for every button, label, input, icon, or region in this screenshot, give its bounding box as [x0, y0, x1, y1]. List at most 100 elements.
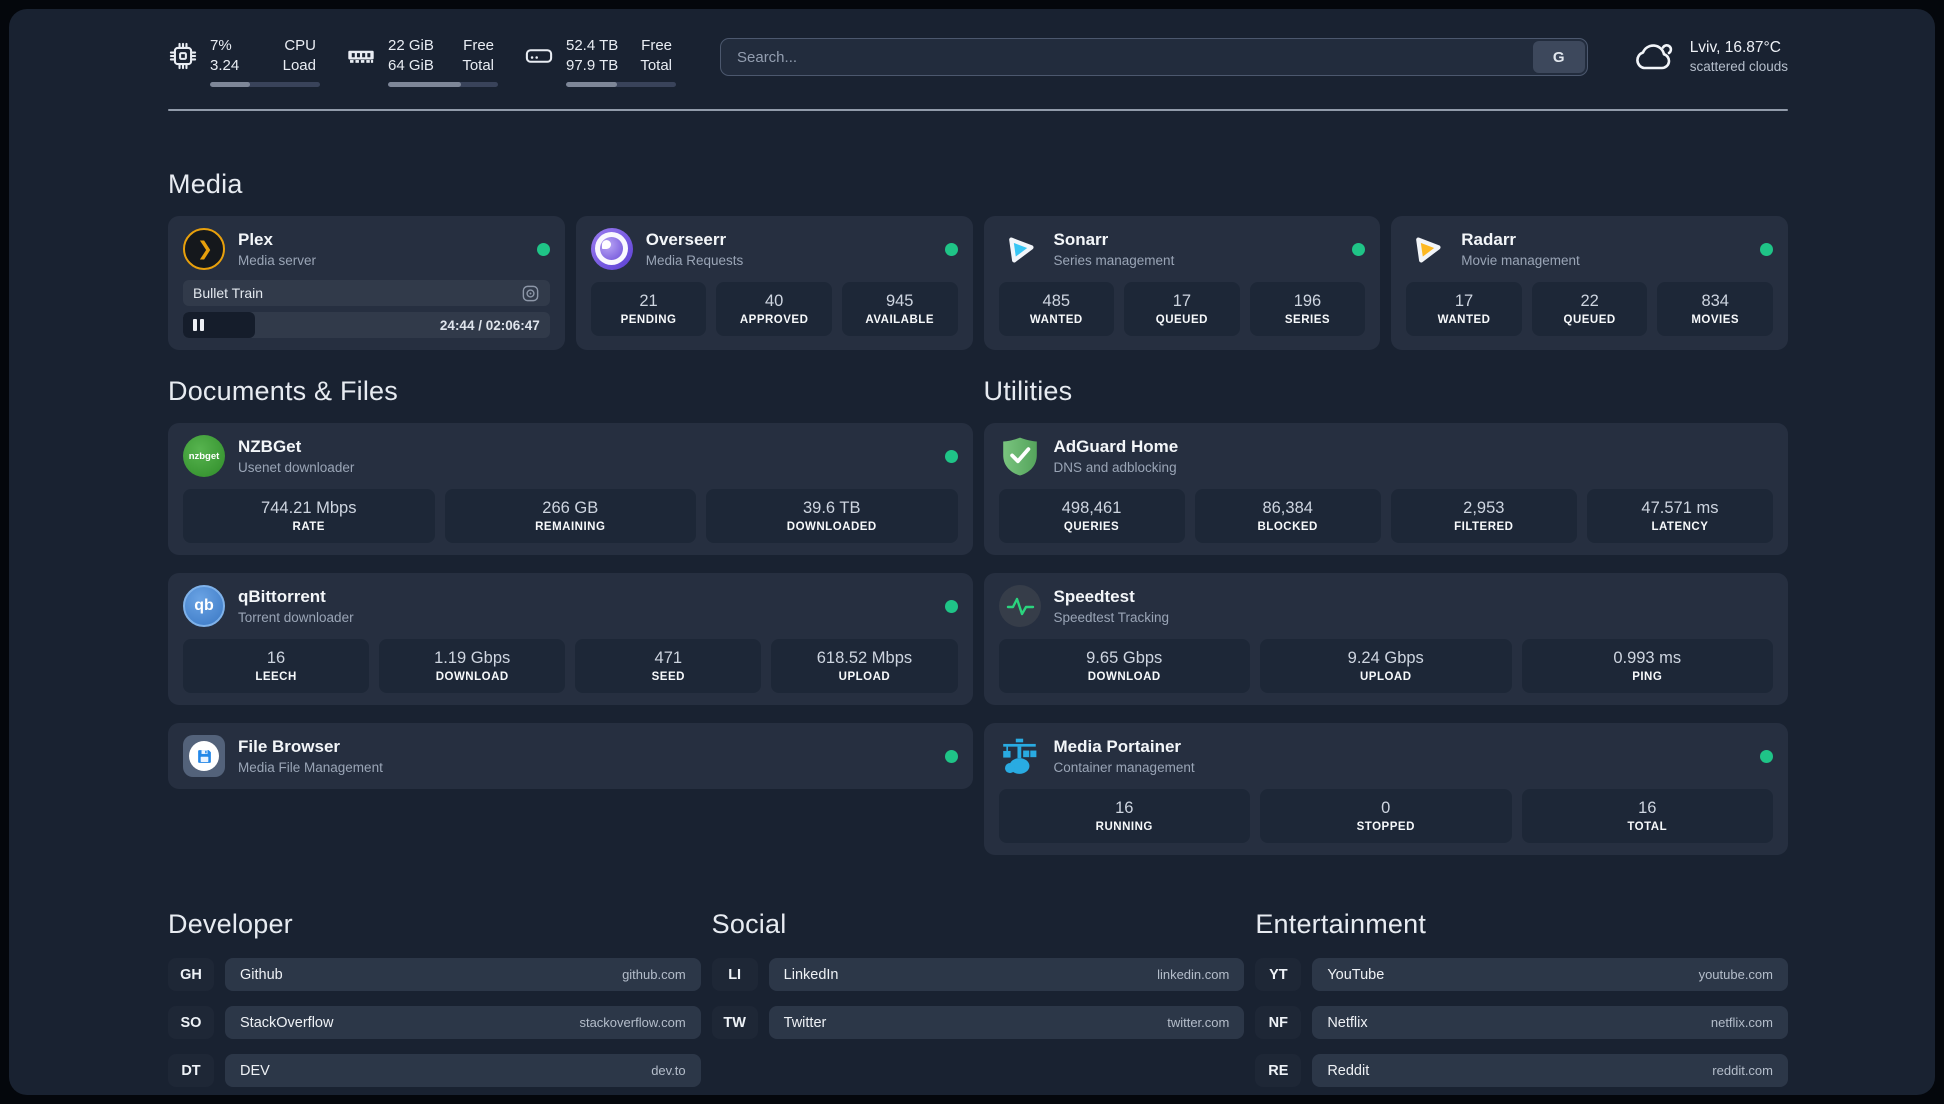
bookmark-name: DEV [240, 1062, 270, 1079]
radarr-icon [1406, 228, 1448, 270]
bookmark-name: StackOverflow [240, 1014, 334, 1031]
service-card-filebrowser[interactable]: File Browser Media File Management [168, 723, 973, 789]
bookmark-domain: youtube.com [1698, 967, 1773, 982]
stat-blocked: 86,384 BLOCKED [1194, 489, 1381, 543]
service-card-nzbget[interactable]: nzbget NZBGet Usenet downloader 744.21 M… [168, 423, 973, 555]
cpu-progress-fill [210, 82, 250, 87]
disk-labels: Free Total [640, 37, 672, 74]
status-dot [944, 449, 958, 463]
bookmark-linkedin[interactable]: LI LinkedIn linkedin.com [711, 958, 1245, 991]
stat-pending: 21 PENDING [590, 282, 707, 336]
top-bar: 7% 3.24 CPU Load 22 GiB 64 GiB Free Total [168, 9, 1788, 87]
section-title-entertainment: Entertainment [1255, 909, 1427, 939]
service-description: Torrent downloader [238, 610, 354, 626]
disk-progress-bar [566, 82, 676, 87]
service-card-qbittorrent[interactable]: qb qBittorrent Torrent downloader 16 LEEC… [168, 573, 973, 705]
section-title-documents: Documents & Files [168, 376, 398, 406]
bookmark-abbr: SO [168, 1006, 214, 1039]
stat-seed: 471 SEED [575, 639, 762, 693]
bookmark-abbr: TW [711, 1006, 758, 1039]
bookmark-youtube[interactable]: YT YouTube youtube.com [1255, 958, 1788, 991]
service-card-adguard[interactable]: AdGuard Home DNS and adblocking 498,461 Q… [983, 423, 1788, 555]
now-playing-row: Bullet Train [183, 280, 550, 306]
stat-wanted: 485 WANTED [998, 282, 1115, 336]
system-stats: 7% 3.24 CPU Load 22 GiB 64 GiB Free Total [168, 36, 676, 87]
status-dot [536, 242, 550, 256]
bookmarks: Developer GH Github github.com SO StackOv… [168, 909, 1788, 1087]
bookmark-abbr: LI [711, 958, 758, 991]
service-name: NZBGet [238, 436, 302, 456]
service-name: qBittorrent [238, 586, 326, 606]
bookmark-reddit[interactable]: RE Reddit reddit.com [1255, 1054, 1788, 1087]
stat-leech: 16 LEECH [183, 639, 370, 693]
stat-running: 16 RUNNING [998, 789, 1250, 843]
bookmark-name: Reddit [1327, 1062, 1370, 1079]
service-card-overseerr[interactable]: Overseerr Media Requests 21 PENDING 40 APP… [575, 216, 973, 350]
qbittorrent-icon: qb [183, 585, 225, 627]
memory-stat: 22 GiB 64 GiB Free Total [346, 36, 498, 87]
memory-progress-bar [388, 82, 498, 87]
bookmark-abbr: NF [1255, 1006, 1302, 1039]
bookmark-abbr: YT [1255, 958, 1302, 991]
media-type-icon [521, 284, 540, 303]
service-description: DNS and adblocking [1053, 460, 1177, 476]
stat-available: 945 AVAILABLE [841, 282, 958, 336]
service-card-speedtest[interactable]: Speedtest Speedtest Tracking 9.65 Gbps DO… [983, 573, 1788, 705]
search-provider-button[interactable]: G [1532, 41, 1585, 73]
cloud-icon [1632, 39, 1676, 75]
service-card-plex[interactable]: ❯ Plex Media server Bullet Train 24:44 /… [168, 216, 565, 350]
status-dot [1352, 242, 1366, 256]
bookmark-dev[interactable]: DT DEV dev.to [168, 1054, 701, 1087]
service-name: File Browser [238, 736, 341, 756]
stat-queries: 498,461 QUERIES [998, 489, 1185, 543]
documents-column: Documents & Files nzbget NZBGet Usenet d… [168, 350, 973, 789]
bookmark-twitter[interactable]: TW Twitter twitter.com [711, 1006, 1245, 1039]
service-name: Radarr [1461, 229, 1517, 249]
bookmark-domain: reddit.com [1712, 1063, 1773, 1078]
bookmark-domain: github.com [622, 967, 686, 982]
media-cards: ❯ Plex Media server Bullet Train 24:44 /… [168, 216, 1788, 350]
stat-queued: 22 QUEUED [1531, 282, 1648, 336]
playback-time: 24:44 / 02:06:47 [439, 317, 540, 333]
service-description: Media server [238, 253, 317, 269]
weather-condition: scattered clouds [1689, 59, 1788, 75]
bookmark-netflix[interactable]: NF Netflix netflix.com [1255, 1006, 1788, 1039]
pause-icon[interactable] [193, 319, 204, 331]
status-dot [944, 599, 958, 613]
bookmark-abbr: GH [168, 958, 214, 991]
bookmark-group-entertainment: Entertainment YT YouTube youtube.com NF N… [1255, 909, 1788, 1087]
service-description: Media File Management [238, 760, 383, 776]
service-card-sonarr[interactable]: Sonarr Series management 485 WANTED 17 QUE… [983, 216, 1381, 350]
service-description: Movie management [1461, 253, 1580, 269]
bookmark-github[interactable]: GH Github github.com [168, 958, 701, 991]
speedtest-icon [998, 585, 1041, 627]
bookmark-name: Github [240, 966, 283, 983]
stat-remaining: 266 GB REMAINING [444, 489, 696, 543]
service-name: Plex [238, 229, 273, 249]
memory-labels: Free Total [462, 37, 494, 74]
stat-download: 9.65 Gbps DOWNLOAD [998, 639, 1250, 693]
stat-stopped: 0 STOPPED [1260, 789, 1512, 843]
header-divider [168, 109, 1788, 111]
bookmark-stackoverflow[interactable]: SO StackOverflow stackoverflow.com [168, 1006, 701, 1039]
cpu-values: 7% 3.24 [210, 37, 240, 74]
weather-location-temp: Lviv, 16.87°C [1689, 39, 1781, 56]
bookmark-abbr: DT [168, 1054, 214, 1087]
plex-icon: ❯ [183, 228, 225, 270]
portainer-icon [999, 735, 1041, 777]
stat-wanted: 17 WANTED [1406, 282, 1522, 336]
stat-movies: 834 MOVIES [1657, 282, 1773, 336]
section-title-utilities: Utilities [983, 376, 1073, 406]
service-card-radarr[interactable]: Radarr Movie management 17 WANTED 22 QUEUE… [1391, 216, 1788, 350]
now-playing-title: Bullet Train [193, 285, 264, 301]
bookmark-name: YouTube [1327, 966, 1385, 983]
service-card-portainer[interactable]: Media Portainer Container management 16 R… [983, 723, 1788, 855]
cpu-icon [168, 41, 198, 71]
search-input[interactable] [720, 38, 1588, 76]
service-name: Media Portainer [1053, 736, 1182, 756]
overseerr-icon [590, 228, 633, 270]
bookmark-domain: linkedin.com [1157, 967, 1230, 982]
service-name: Speedtest [1053, 586, 1135, 606]
weather-widget: Lviv, 16.87°C scattered clouds [1632, 38, 1788, 76]
service-name: Sonarr [1053, 229, 1109, 249]
